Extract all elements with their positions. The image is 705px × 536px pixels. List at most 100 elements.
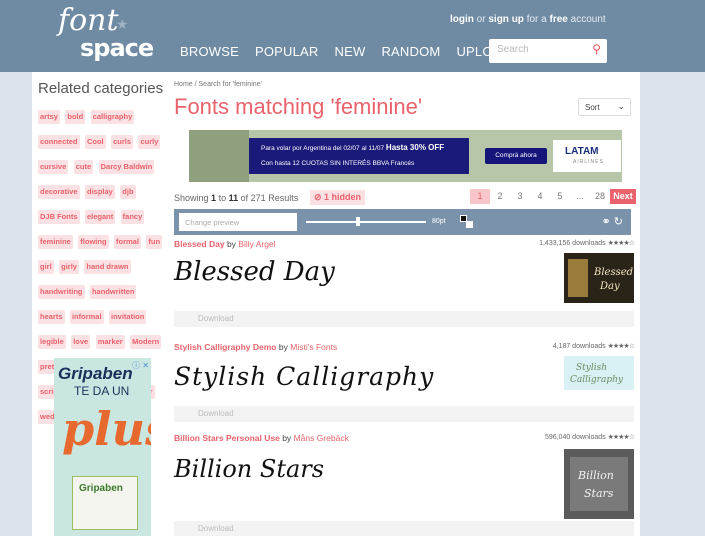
latam-brand: LATAM xyxy=(565,146,599,157)
tag[interactable]: Cool xyxy=(84,135,106,149)
next-page-button[interactable]: Next xyxy=(610,189,636,204)
tag[interactable]: djb xyxy=(120,185,136,199)
banner-line2: Con hasta 12 CUOTAS SIN INTERÉS BBVA Fra… xyxy=(261,160,415,167)
ad-brand: Gripaben xyxy=(58,364,133,383)
tag[interactable]: calligraphy xyxy=(90,110,135,124)
preview-text-input[interactable]: Change preview xyxy=(179,213,297,231)
font-name[interactable]: Stylish Calligraphy Demo xyxy=(174,342,277,352)
size-value: 80pt xyxy=(432,218,446,225)
download-count-text: 596,040 downloads xyxy=(544,434,606,441)
font-sample[interactable]: Billion Stars xyxy=(174,455,324,483)
results-to-word: to xyxy=(218,193,227,203)
tag[interactable]: feminine xyxy=(38,235,73,249)
tag[interactable]: artsy xyxy=(38,110,60,124)
tag[interactable]: curls xyxy=(111,135,134,149)
tag[interactable]: informal xyxy=(69,310,104,324)
tag[interactable]: Modern xyxy=(130,335,162,349)
tag[interactable]: Darcy Baldwin xyxy=(98,160,155,174)
page-5[interactable]: 5 xyxy=(550,189,570,204)
tag[interactable]: DJB Fonts xyxy=(38,210,80,224)
font-name[interactable]: Blessed Day xyxy=(174,239,225,249)
tag[interactable]: legible xyxy=(38,335,66,349)
page-3[interactable]: 3 xyxy=(510,189,530,204)
font-sample[interactable]: Blessed Day xyxy=(174,257,335,287)
font-thumbnail[interactable]: Blessed Day xyxy=(564,253,634,303)
download-bar[interactable]: Download xyxy=(174,311,634,327)
tag[interactable]: hearts xyxy=(38,310,65,324)
sidebar: Related categories artsy bold calligraph… xyxy=(32,72,165,536)
download-button[interactable]: Download xyxy=(198,409,234,418)
signup-link[interactable]: sign up xyxy=(488,14,524,25)
ad-close-icon[interactable]: ⓘ ✕ xyxy=(132,360,149,371)
download-button[interactable]: Download xyxy=(198,314,234,323)
results-total: 271 xyxy=(250,193,266,203)
rating-stars-icon: ★★★★☆ xyxy=(607,343,635,350)
tag[interactable]: invitation xyxy=(109,310,147,324)
nav-new[interactable]: NEW xyxy=(335,44,366,59)
page-ellipsis: ... xyxy=(576,191,584,201)
font-thumbnail[interactable]: Stylish Calligraphy xyxy=(564,356,634,390)
banner-photo xyxy=(189,130,249,182)
tag[interactable]: decorative xyxy=(38,185,80,199)
tag[interactable]: fancy xyxy=(120,210,145,224)
background-color-swatch[interactable] xyxy=(466,221,473,228)
tag[interactable]: girl xyxy=(38,260,54,274)
page-2[interactable]: 2 xyxy=(490,189,510,204)
banner-line1: Para volar por Argentina del 02/07 al 11… xyxy=(261,143,444,152)
page-28[interactable]: 28 xyxy=(590,189,610,204)
banner-cta-button[interactable]: Comprá ahora xyxy=(485,148,547,164)
tag[interactable]: hand drawn xyxy=(84,260,131,274)
search-icon[interactable]: ⚲ xyxy=(592,42,601,56)
size-slider-track[interactable] xyxy=(306,221,426,223)
font-author[interactable]: Billy Argel xyxy=(238,239,275,249)
results-count: Showing 1 to 11 of 271 Results xyxy=(174,193,298,203)
page-4[interactable]: 4 xyxy=(530,189,550,204)
sidebar-ad[interactable]: ⓘ ✕ Gripaben TE DA UN plus Gripaben xyxy=(54,358,151,536)
tag[interactable]: love xyxy=(71,335,91,349)
download-bar[interactable]: Download xyxy=(174,521,634,536)
tag[interactable]: cute xyxy=(73,160,94,174)
tag[interactable]: connected xyxy=(38,135,80,149)
sort-select[interactable]: Sort ⌄ xyxy=(578,98,631,116)
tag[interactable]: cursive xyxy=(38,160,69,174)
tag[interactable]: elegant xyxy=(84,210,116,224)
nav-popular[interactable]: POPULAR xyxy=(255,44,319,59)
font-thumbnail[interactable]: Billion Stars xyxy=(564,449,634,519)
tag[interactable]: handwriting xyxy=(38,285,85,299)
tag[interactable]: curly xyxy=(138,135,161,149)
download-button[interactable]: Download xyxy=(198,524,234,533)
banner-line1-a: Para volar por Argentina del 02/07 al 11… xyxy=(261,145,385,152)
tag[interactable]: bold xyxy=(65,110,86,124)
tag[interactable]: fun xyxy=(146,235,163,249)
size-slider-handle[interactable] xyxy=(356,217,360,226)
tag[interactable]: formal xyxy=(114,235,141,249)
search-input[interactable]: Search ⚲ xyxy=(489,39,607,63)
tag[interactable]: flowing xyxy=(78,235,109,249)
breadcrumb[interactable]: Home / Search for 'feminine' xyxy=(174,81,262,88)
banner-ad[interactable]: Para volar por Argentina del 02/07 al 11… xyxy=(189,130,622,182)
tag[interactable]: marker xyxy=(95,335,125,349)
download-count: 4,187 downloads ★★★★☆ xyxy=(553,342,635,350)
page-1[interactable]: 1 xyxy=(470,189,490,204)
tag[interactable]: handwritten xyxy=(89,285,137,299)
nav-browse[interactable]: BROWSE xyxy=(180,44,239,59)
fontspace-logo[interactable]: font ★ space xyxy=(58,6,154,66)
login-link[interactable]: login xyxy=(450,14,474,25)
font-sample[interactable]: Stylish Calligraphy xyxy=(174,362,434,391)
sort-label: Sort xyxy=(585,103,600,112)
font-name[interactable]: Billion Stars Personal Use xyxy=(174,433,280,443)
chevron-down-icon: ⌄ xyxy=(617,101,625,111)
rating-stars-icon: ★★★★☆ xyxy=(607,434,635,441)
link-and-refresh-icons[interactable]: ⚭ ↻ xyxy=(602,215,624,228)
hidden-results-badge[interactable]: ⊘ 1 hidden xyxy=(310,190,366,205)
font-title: Blessed Day by Billy Argel xyxy=(174,239,276,249)
page-title: Fonts matching 'feminine' xyxy=(174,94,423,119)
download-bar[interactable]: Download xyxy=(174,406,634,422)
font-author[interactable]: Måns Grebäck xyxy=(294,433,349,443)
account-free: free xyxy=(549,14,568,25)
font-author[interactable]: Misti's Fonts xyxy=(290,342,337,352)
nav-random[interactable]: RANDOM xyxy=(381,44,440,59)
tag[interactable]: girly xyxy=(59,260,79,274)
main-nav: BROWSE POPULAR NEW RANDOM UPLOAD xyxy=(180,44,527,59)
tag[interactable]: display xyxy=(84,185,115,199)
